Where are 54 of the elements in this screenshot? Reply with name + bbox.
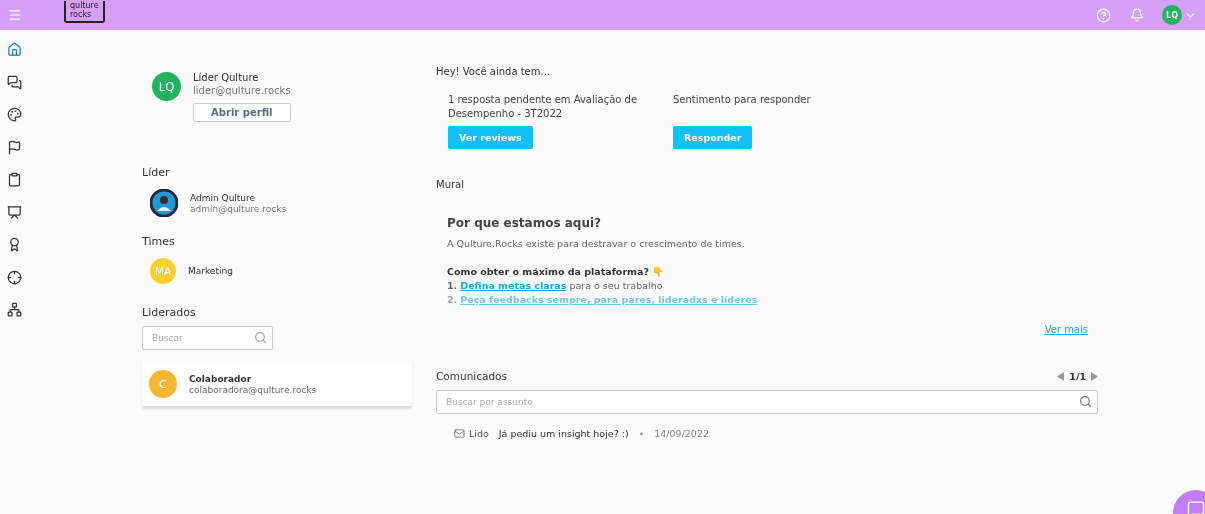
separator: •	[638, 428, 645, 439]
flag-icon[interactable]	[6, 139, 22, 155]
logo[interactable]: qulture rocks	[64, 1, 105, 23]
read-status: Lido	[469, 428, 489, 439]
envelope-icon	[454, 428, 465, 439]
avatar: LQ	[152, 72, 181, 101]
see-more-link[interactable]: Ver mais	[1044, 324, 1088, 335]
member-avatar: C	[149, 370, 177, 398]
search-field[interactable]: Buscar	[142, 326, 273, 350]
home-icon[interactable]	[6, 42, 22, 57]
pending-text: Sentimento para responder	[673, 93, 812, 107]
announcement-subject[interactable]: Já pediu um insight hoje? :)	[498, 428, 629, 439]
mural-text: A Qulture.Rocks existe para destravar o crescimento de times.	[447, 238, 746, 249]
next-icon[interactable]	[1090, 371, 1098, 381]
member-name: Colaborador	[189, 373, 253, 384]
member-email: colaboradora@qulture.rocks	[189, 384, 317, 395]
clipboard-icon[interactable]	[6, 172, 22, 187]
chat-icon[interactable]	[6, 74, 22, 90]
section-title: Times	[142, 235, 176, 248]
target-icon[interactable]	[6, 269, 22, 285]
announcement-date: 14/09/2022	[654, 428, 709, 439]
leader-email: admin@qulture.rocks	[190, 203, 287, 214]
team-avatar: MA	[150, 258, 176, 284]
pending-text: 1 resposta pendente em Avaliação de Desempenho - 3T2022	[448, 93, 639, 121]
previous-icon[interactable]	[1057, 371, 1066, 381]
search-icon	[1079, 395, 1092, 408]
chat-icon	[1187, 500, 1205, 514]
team-name[interactable]: Marketing	[188, 266, 233, 276]
member-card[interactable]: C Colaborador colaboradora@qulture.rocks	[142, 362, 412, 406]
search-icon	[254, 331, 267, 344]
mural-step: 1. Defina metas claras para o seu trabalho	[447, 280, 1098, 291]
action-button[interactable]: Ver reviews	[448, 126, 533, 149]
search-field[interactable]: Buscar por assunto	[436, 390, 1098, 414]
presentation-icon[interactable]	[6, 204, 22, 220]
org-chart-icon[interactable]	[6, 302, 22, 317]
action-button[interactable]: Responder	[673, 126, 753, 149]
mural-step: 2. Peça feedbacks sempre, para pares, lideradxs e líderes	[447, 294, 1098, 305]
step-link[interactable]: Defina metas claras	[460, 280, 567, 291]
mural-heading: Por que estamos aqui?	[447, 216, 603, 230]
avatar	[150, 189, 178, 217]
profile-name: Líder Qulture	[193, 72, 260, 83]
palette-icon[interactable]	[6, 107, 22, 122]
mural-subheading: Como obter o máximo da plataforma? 👇	[447, 266, 666, 277]
section-title: Mural	[436, 179, 465, 190]
leader-name: Admin Qulture	[190, 192, 257, 203]
open-profile-button[interactable]: Abrir perfil	[193, 103, 291, 122]
page-indicator: 1/1	[1069, 370, 1086, 382]
section-title: Hey! Você ainda tem...	[436, 66, 552, 77]
section-title: Liderados	[142, 306, 197, 319]
step-link[interactable]: Peça feedbacks sempre, para pares, lideradxs e líderes	[460, 294, 758, 305]
profile-email: lider@qulture.rocks	[193, 85, 291, 96]
section-title: Comunicados	[436, 370, 507, 382]
user-avatar[interactable]: LQ	[1162, 5, 1182, 25]
section-title: Líder	[142, 166, 171, 179]
